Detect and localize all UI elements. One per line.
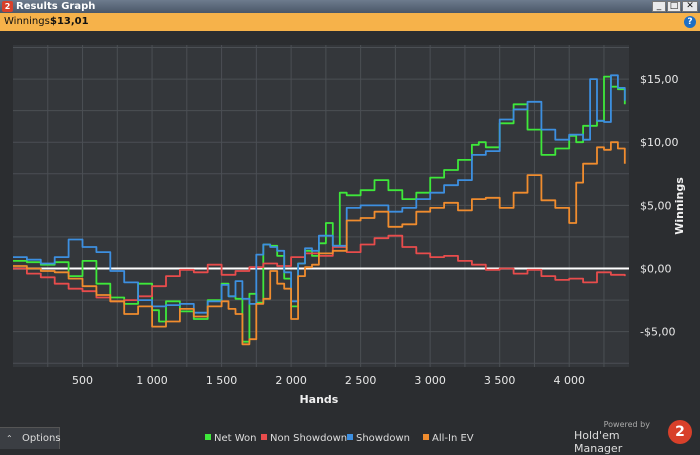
legend-swatch-non-showdown bbox=[261, 434, 267, 440]
title-bar: 2 Results Graph _ □ ✕ bbox=[0, 0, 700, 13]
close-button[interactable]: ✕ bbox=[682, 1, 698, 12]
x-tick-label: 500 bbox=[72, 374, 93, 387]
plot-background bbox=[13, 45, 629, 367]
winnings-value: $13,01 bbox=[50, 16, 89, 27]
x-tick-label: 1 500 bbox=[206, 374, 238, 387]
x-axis-title: Hands bbox=[299, 393, 338, 406]
legend-swatch-showdown bbox=[347, 434, 353, 440]
legend-label-showdown: Showdown bbox=[356, 433, 410, 444]
y-tick-label: $0,00 bbox=[640, 263, 672, 276]
hem-logo-icon: 2 bbox=[668, 420, 692, 444]
options-label: Options bbox=[22, 433, 61, 444]
minimize-button[interactable]: _ bbox=[652, 1, 666, 12]
winnings-label: Winnings: bbox=[4, 16, 54, 27]
x-tick-label: 3 000 bbox=[414, 374, 446, 387]
x-tick-label: 1 000 bbox=[136, 374, 168, 387]
options-button[interactable]: ⌃ Options bbox=[0, 427, 61, 449]
x-tick-label: 3 500 bbox=[484, 374, 516, 387]
y-axis-title: Winnings bbox=[673, 177, 686, 235]
plot-area: 500 1 000 1 500 2 000 2 500 3 000 3 500 4 000 -$… bbox=[0, 31, 700, 450]
y-tick-label: -$5,00 bbox=[640, 326, 675, 339]
product-name: Hold'em Manager bbox=[574, 429, 623, 455]
powered-by-text: Powered by bbox=[603, 420, 650, 429]
winnings-bar: Winnings: $13,01 ? bbox=[0, 13, 700, 32]
legend-label-net-won: Net Won bbox=[214, 433, 257, 444]
legend-swatch-net-won bbox=[205, 434, 211, 440]
x-tick-label: 2 500 bbox=[345, 374, 377, 387]
x-tick-label: 2 000 bbox=[275, 374, 307, 387]
legend-label-all-in-ev: All-In EV bbox=[432, 433, 474, 444]
app-icon: 2 bbox=[2, 1, 13, 12]
chevron-up-icon: ⌃ bbox=[6, 434, 13, 443]
branding: Powered by Hold'em Manager 2 bbox=[574, 418, 694, 455]
maximize-button[interactable]: □ bbox=[667, 1, 681, 12]
help-icon[interactable]: ? bbox=[684, 16, 696, 28]
window-title: Results Graph bbox=[16, 1, 96, 12]
y-tick-label: $15,00 bbox=[640, 73, 679, 86]
y-tick-label: $10,00 bbox=[640, 136, 679, 149]
y-tick-label: $5,00 bbox=[640, 199, 672, 212]
legend-label-non-showdown: Non Showdown bbox=[270, 433, 347, 444]
legend-swatch-all-in-ev bbox=[423, 434, 429, 440]
x-tick-label: 4 000 bbox=[553, 374, 585, 387]
results-chart: 500 1 000 1 500 2 000 2 500 3 000 3 500 4 000 -$… bbox=[13, 45, 686, 444]
